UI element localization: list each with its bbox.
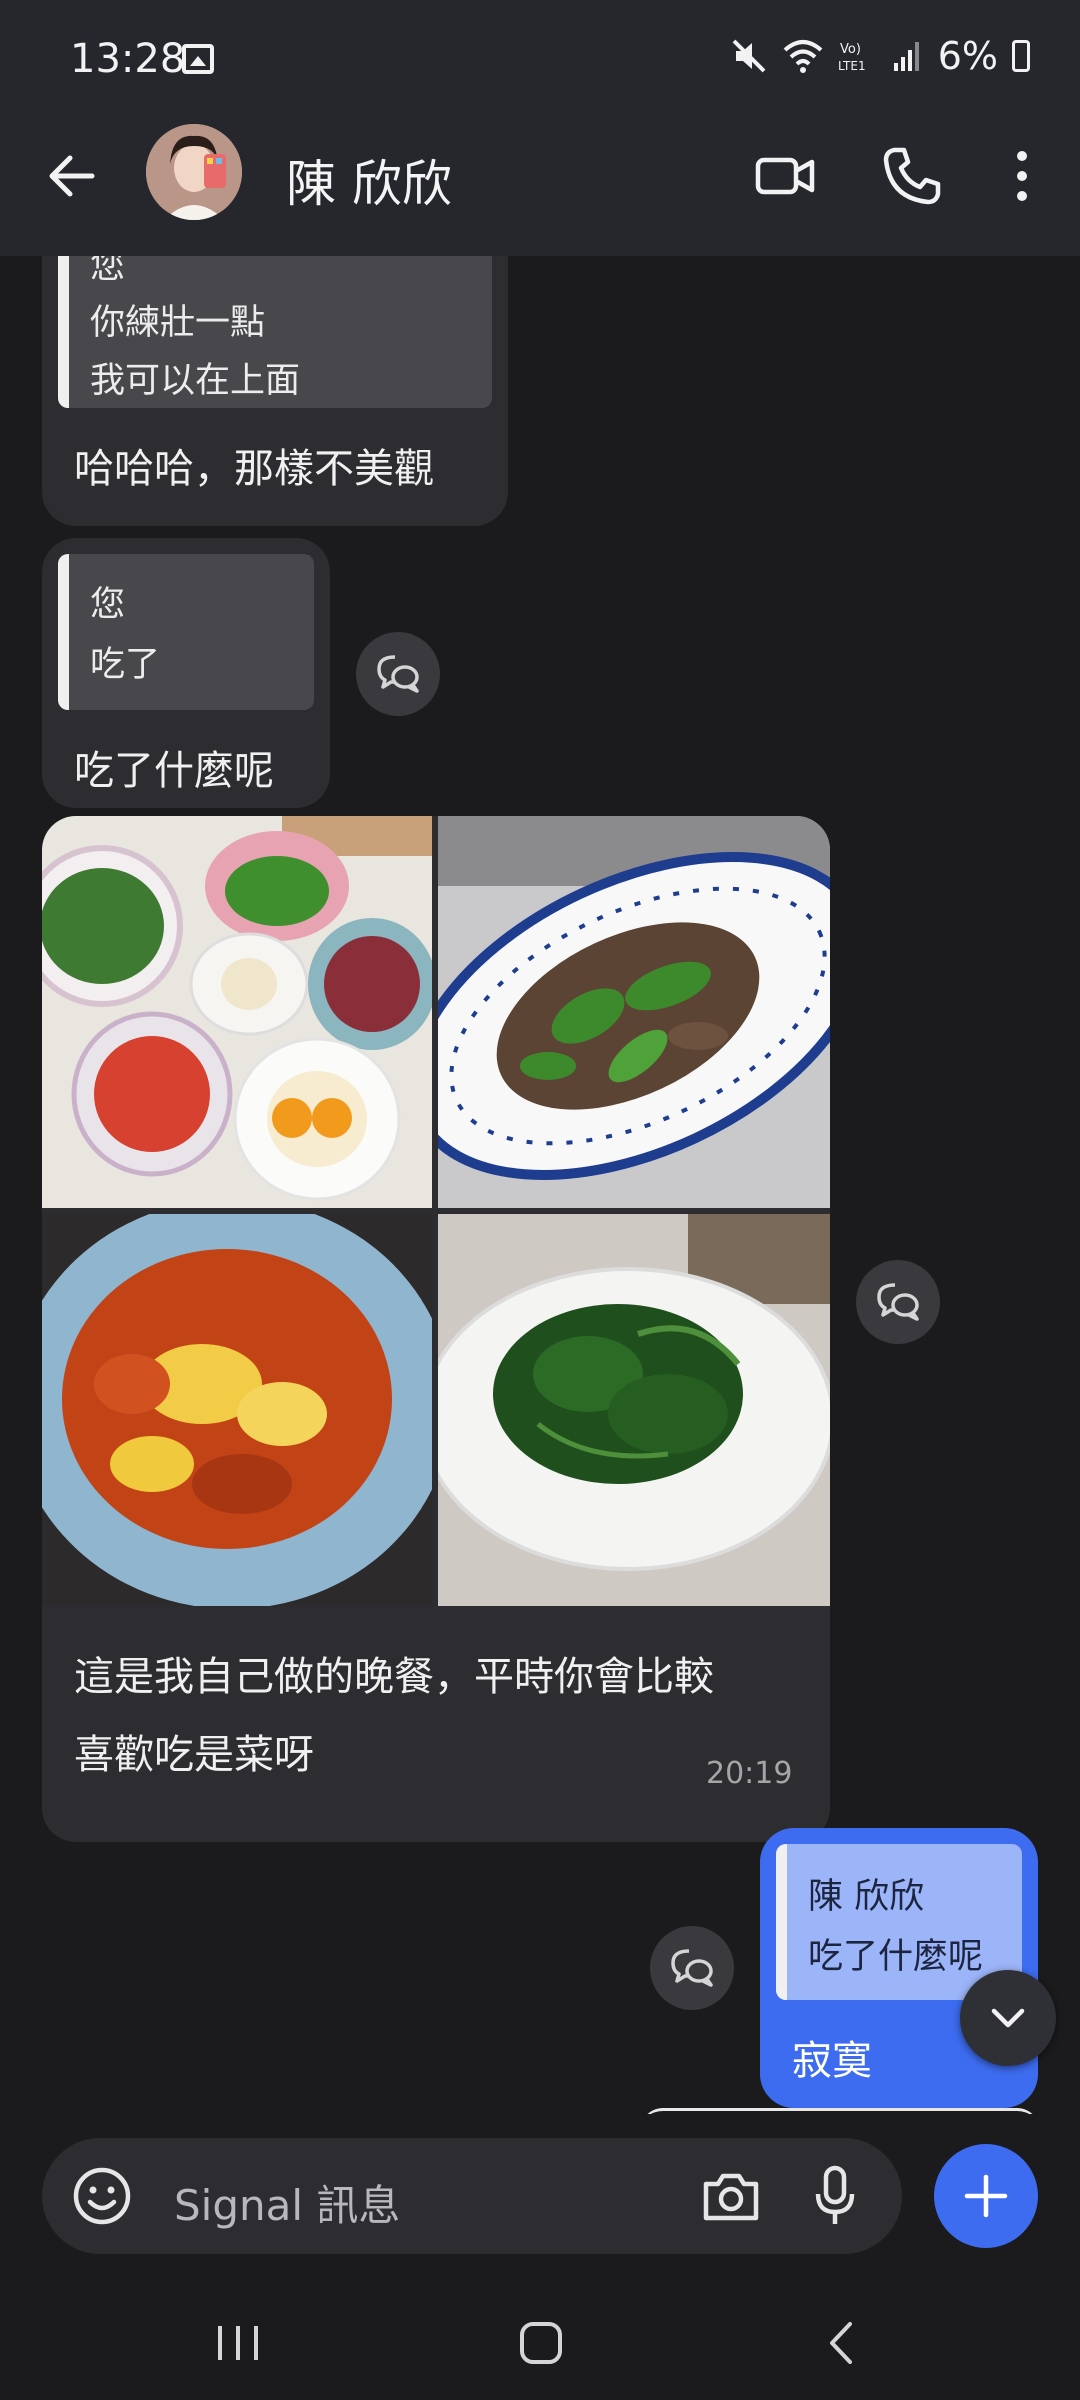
conversation-header: 陳 欣欣 bbox=[0, 120, 1080, 256]
pepper-beef-photo[interactable] bbox=[438, 816, 830, 1208]
back-nav-icon[interactable] bbox=[820, 2320, 866, 2366]
scroll-to-bottom-button[interactable] bbox=[960, 1970, 1056, 2066]
quote-author: 您 bbox=[90, 256, 126, 287]
chevron-down-icon bbox=[991, 2008, 1025, 2028]
video-camera-icon bbox=[755, 157, 815, 195]
spinach-photo[interactable] bbox=[438, 1214, 830, 1606]
tomato-egg-photo[interactable] bbox=[42, 1214, 432, 1606]
attach-button[interactable] bbox=[934, 2144, 1038, 2248]
more-options-button[interactable] bbox=[1000, 144, 1044, 208]
home-icon[interactable] bbox=[516, 2318, 566, 2368]
emoji-icon[interactable] bbox=[72, 2166, 132, 2226]
quote-text-line: 我可以在上面 bbox=[90, 361, 301, 401]
ingredients-photo[interactable] bbox=[42, 816, 432, 1208]
quote-text-line: 你練壯一點 bbox=[90, 303, 266, 343]
message-text-line: 喜歡吃是菜呀 bbox=[74, 1732, 314, 1778]
quote-author: 您 bbox=[90, 585, 126, 625]
video-call-button[interactable] bbox=[754, 144, 818, 208]
quoted-message[interactable]: 您 吃了 bbox=[58, 554, 314, 710]
message-list[interactable]: 您 你練壯一點 我可以在上面 哈哈哈，那樣不美觀 您 吃了 吃了什麼呢 這是我自… bbox=[0, 256, 1080, 2114]
reaction-button[interactable] bbox=[356, 632, 440, 716]
wifi-icon bbox=[783, 40, 823, 73]
more-vertical-icon bbox=[1017, 151, 1027, 201]
message-text: 哈哈哈，那樣不美觀 bbox=[74, 446, 434, 492]
mute-icon bbox=[732, 39, 766, 73]
status-icons: Vo) LTE1 6% bbox=[730, 34, 1030, 78]
microphone-icon[interactable] bbox=[810, 2164, 860, 2228]
message-input-placeholder[interactable]: Signal 訊息 bbox=[174, 2172, 400, 2233]
message-input[interactable]: Signal 訊息 bbox=[42, 2138, 902, 2254]
reaction-button[interactable] bbox=[856, 1260, 940, 1344]
incoming-photo-message[interactable]: 這是我自己做的晚餐，平時你會比較 喜歡吃是菜呀 20:19 bbox=[42, 816, 830, 1842]
gallery-notification-icon bbox=[182, 44, 214, 74]
plus-icon bbox=[964, 2174, 1008, 2218]
chat-bubbles-icon bbox=[671, 1949, 713, 1987]
back-button[interactable] bbox=[42, 146, 102, 206]
message-text-line: 這是我自己做的晚餐，平時你會比較 bbox=[74, 1654, 714, 1700]
message-text: 吃了什麼呢 bbox=[74, 748, 274, 794]
volte-icon: Vo) LTE1 bbox=[838, 42, 866, 73]
message-text: 寂寞 bbox=[792, 2038, 872, 2084]
voice-call-button[interactable] bbox=[880, 144, 944, 208]
quote-author: 陳 欣欣 bbox=[808, 1877, 925, 1917]
svg-text:Vo): Vo) bbox=[840, 42, 861, 57]
svg-text:LTE1: LTE1 bbox=[838, 59, 866, 73]
incoming-message-bubble[interactable]: 您 你練壯一點 我可以在上面 哈哈哈，那樣不美觀 bbox=[42, 256, 508, 526]
quoted-message[interactable]: 您 你練壯一點 我可以在上面 bbox=[58, 256, 492, 408]
status-bar: 13:28 Vo) LTE1 6% bbox=[0, 0, 1080, 120]
signal-icon bbox=[893, 42, 919, 71]
message-timestamp: 20:19 bbox=[706, 1756, 793, 1791]
battery-percent: 6% bbox=[937, 34, 998, 78]
arrow-left-icon bbox=[49, 155, 95, 197]
incoming-message-bubble[interactable]: 您 吃了 吃了什麼呢 bbox=[42, 538, 330, 808]
message-composer: Signal 訊息 bbox=[0, 2114, 1080, 2284]
chat-bubbles-icon bbox=[377, 655, 419, 693]
outgoing-message-bubble[interactable]: 陳 欣欣 吃了什麼呢 寂寞 bbox=[760, 1828, 1038, 2108]
contact-avatar[interactable] bbox=[146, 124, 242, 220]
quote-text-line: 吃了什麼呢 bbox=[808, 1937, 984, 1977]
battery-charging-icon bbox=[1012, 40, 1030, 72]
system-navigation-bar bbox=[0, 2284, 1080, 2400]
chat-bubbles-icon bbox=[877, 1283, 919, 1321]
phone-icon bbox=[883, 147, 941, 205]
reaction-button[interactable] bbox=[650, 1926, 734, 2010]
status-time: 13:28 bbox=[70, 36, 186, 82]
recent-apps-icon[interactable] bbox=[210, 2320, 266, 2366]
contact-name[interactable]: 陳 欣欣 bbox=[286, 144, 452, 216]
camera-icon[interactable] bbox=[700, 2166, 762, 2226]
quote-text-line: 吃了 bbox=[90, 645, 161, 685]
